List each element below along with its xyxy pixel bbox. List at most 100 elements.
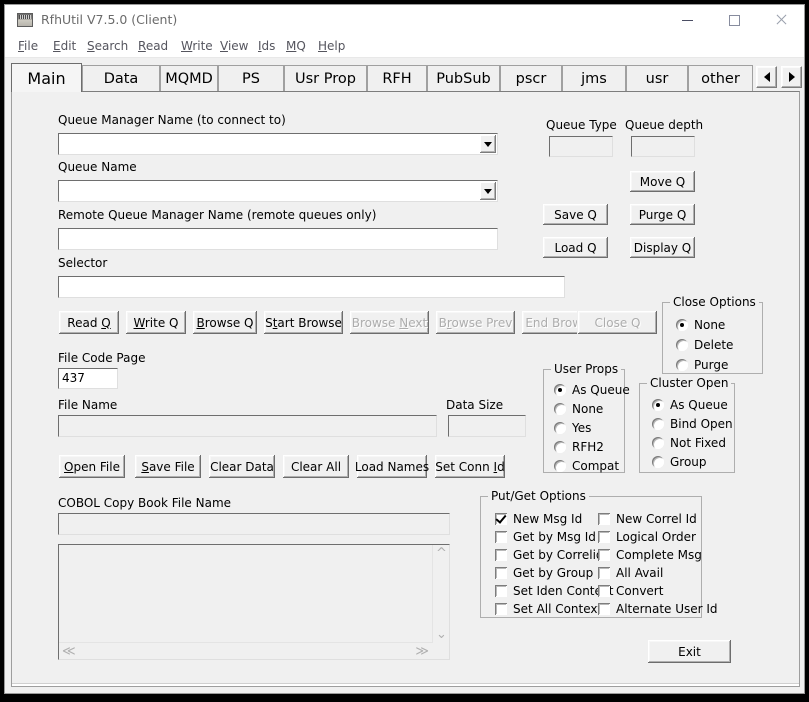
menu-item-search[interactable]: Search [87, 39, 128, 53]
selector-input[interactable] [58, 276, 565, 298]
tab-other[interactable]: other [688, 65, 753, 91]
close-option-none[interactable]: None [676, 318, 725, 332]
checkbox-label: Complete Msg [616, 548, 702, 562]
radio-icon [676, 339, 688, 351]
start-browse-button[interactable]: Start Browse [263, 310, 344, 335]
put-get-option-new-msg-id[interactable]: New Msg Id [495, 512, 582, 526]
put-get-option-convert[interactable]: Convert [598, 584, 663, 598]
cluster-open-as-queue[interactable]: As Queue [652, 398, 728, 412]
tab-rfh[interactable]: RFH [367, 65, 427, 91]
queue-name-label: Queue Name [58, 160, 137, 174]
user-prop-rfh2[interactable]: RFH2 [554, 440, 604, 454]
file-code-page-input[interactable]: 437 [58, 368, 118, 389]
message-data-textarea[interactable]: ^ ⌄ ≪ ≫ [58, 544, 450, 660]
scroll-down-icon[interactable]: ⌄ [436, 628, 447, 641]
scroll-left-icon[interactable]: ≪ [62, 645, 76, 658]
radio-icon [652, 399, 664, 411]
menu-item-write[interactable]: Write [181, 39, 213, 53]
queue-type-label: Queue Type [546, 118, 617, 132]
tab-jms[interactable]: jms [562, 65, 626, 91]
write-q-button[interactable]: Write Q [125, 310, 187, 335]
menu-item-help[interactable]: Help [318, 39, 345, 53]
put-get-option-complete-msg[interactable]: Complete Msg [598, 548, 702, 562]
tab-scroll-left-button[interactable] [756, 66, 777, 88]
tab-usr[interactable]: usr [626, 65, 688, 91]
put-get-option-new-correl-id[interactable]: New Correl Id [598, 512, 697, 526]
save-file-button[interactable]: Save File [134, 454, 202, 479]
queue-name-combo[interactable] [58, 180, 498, 202]
tab-label: PS [242, 70, 260, 87]
button-label: Clear All [290, 459, 342, 474]
menu-item-edit[interactable]: Edit [53, 39, 76, 53]
put-get-option-set-iden-context[interactable]: Set Iden Context [495, 584, 614, 598]
exit-button[interactable]: Exit [647, 639, 732, 664]
put-get-option-get-by-msg-id[interactable]: Get by Msg Id [495, 530, 596, 544]
queue-manager-combo[interactable] [58, 133, 498, 155]
message-data-content[interactable] [60, 546, 432, 642]
scroll-right-icon[interactable]: ≫ [415, 645, 429, 658]
tab-main[interactable]: Main [11, 63, 82, 92]
queue-name-input[interactable] [58, 180, 498, 202]
tab-pubsub[interactable]: PubSub [427, 65, 500, 91]
menu-item-read[interactable]: Read [138, 39, 168, 53]
queue-name-dropdown-button[interactable] [480, 182, 496, 200]
vertical-scrollbar[interactable]: ^ ⌄ [432, 545, 449, 643]
tab-pscr[interactable]: pscr [500, 65, 562, 91]
menu-item-mq[interactable]: MQ [286, 39, 306, 53]
tab-mqmd[interactable]: MQMD [160, 65, 218, 91]
open-file-button[interactable]: Open File [58, 454, 126, 479]
horizontal-scrollbar[interactable]: ≪ ≫ [59, 642, 433, 659]
maximize-button[interactable] [711, 5, 757, 35]
cluster-open-bind-open[interactable]: Bind Open [652, 417, 733, 431]
display-q-button[interactable]: Display Q [629, 236, 696, 259]
put-get-option-alternate-user-id[interactable]: Alternate User Id [598, 602, 718, 616]
tab-strip: Main Data MQMD PS Usr Prop RFH PubSub pscr jms us… [11, 63, 802, 92]
tab-data[interactable]: Data [82, 65, 160, 91]
cluster-open-group[interactable]: Group [652, 455, 707, 469]
close-option-purge[interactable]: Purge [676, 358, 728, 372]
user-prop-as-queue[interactable]: As Queue [554, 383, 630, 397]
queue-manager-dropdown-button[interactable] [480, 135, 496, 153]
move-q-button[interactable]: Move Q [629, 170, 696, 193]
close-button[interactable] [758, 5, 804, 35]
tab-label: pscr [515, 70, 547, 87]
load-names-button[interactable]: Load Names [355, 454, 429, 479]
tab-ps[interactable]: PS [218, 65, 284, 91]
queue-manager-input[interactable] [58, 133, 498, 155]
checkbox-icon [495, 549, 507, 561]
close-option-delete[interactable]: Delete [676, 338, 733, 352]
scroll-up-icon[interactable]: ^ [436, 547, 447, 560]
radio-label: As Queue [572, 383, 630, 397]
user-prop-compat[interactable]: Compat [554, 459, 619, 473]
clear-all-button[interactable]: Clear All [282, 454, 350, 479]
put-get-option-set-all-context[interactable]: Set All Context [495, 602, 602, 616]
close-q-button: Close Q [577, 310, 658, 335]
cluster-open-not-fixed[interactable]: Not Fixed [652, 436, 726, 450]
purge-q-button[interactable]: Purge Q [629, 203, 696, 226]
menu-item-view[interactable]: View [220, 39, 248, 53]
menu-item-ids[interactable]: Ids [258, 39, 275, 53]
checkbox-icon [598, 513, 610, 525]
cobol-copy-book-input[interactable] [58, 513, 450, 535]
application-window: RfhUtil V7.5.0 (Client) File Edit Search Re… [4, 4, 805, 694]
browse-q-button[interactable]: Browse Q [192, 310, 258, 335]
user-prop-yes[interactable]: Yes [554, 421, 591, 435]
put-get-option-logical-order[interactable]: Logical Order [598, 530, 696, 544]
clear-data-button[interactable]: Clear Data [208, 454, 276, 479]
minimize-button[interactable] [664, 5, 710, 35]
button-label: Write Q [133, 315, 179, 330]
put-get-option-get-by-group-id[interactable]: Get by Group Id [495, 566, 608, 580]
remote-queue-manager-input[interactable] [58, 228, 498, 250]
save-q-button[interactable]: Save Q [542, 203, 609, 226]
put-get-option-get-by-correlid[interactable]: Get by Correlid [495, 548, 604, 562]
window-title: RfhUtil V7.5.0 (Client) [41, 12, 178, 27]
tab-scroll-right-button[interactable] [781, 66, 802, 88]
user-prop-none[interactable]: None [554, 402, 603, 416]
load-q-button[interactable]: Load Q [542, 236, 609, 259]
read-q-button[interactable]: Read Q [58, 310, 120, 335]
set-conn-id-button[interactable]: Set Conn Id [434, 454, 506, 479]
tab-usr-prop[interactable]: Usr Prop [284, 65, 367, 91]
put-get-option-all-avail[interactable]: All Avail [598, 566, 663, 580]
file-name-input[interactable] [58, 415, 437, 437]
menu-item-file[interactable]: File [18, 39, 38, 53]
